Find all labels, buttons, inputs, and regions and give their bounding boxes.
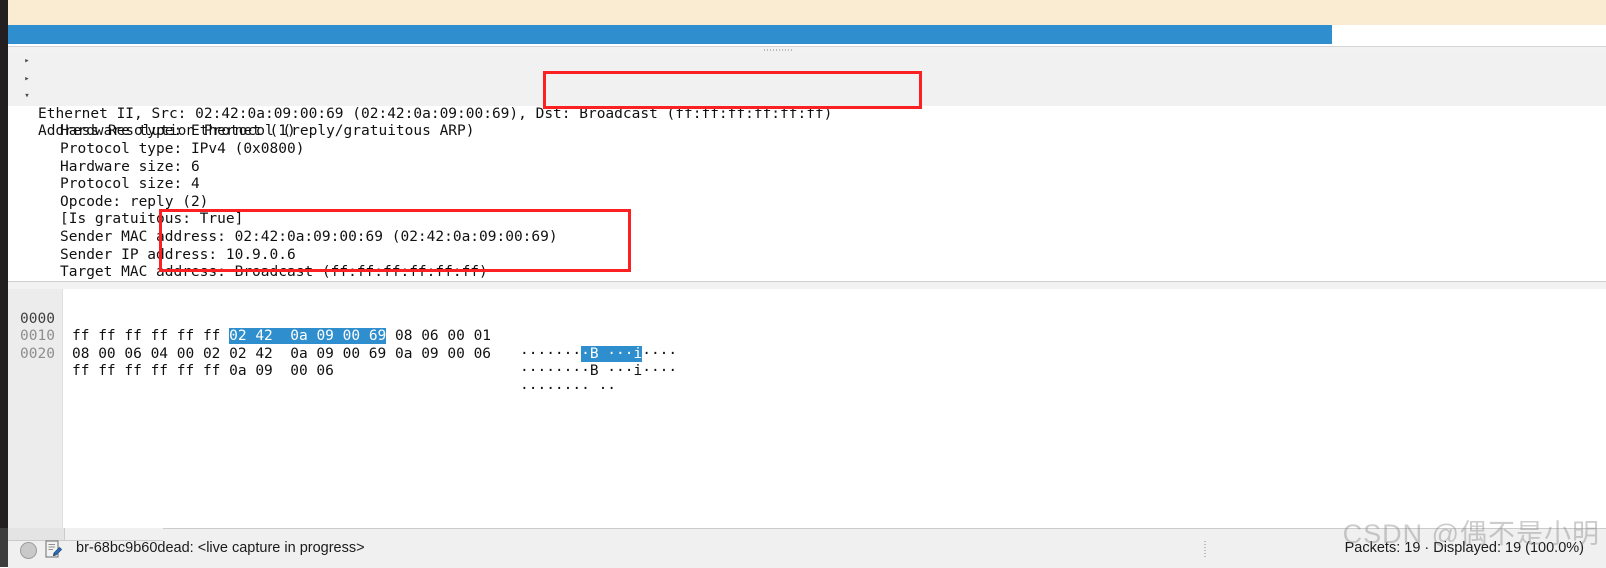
packet-row-19-selected[interactable]: 19 2022-07-10 00:14:21.… 02:42:0a:09:00:… bbox=[8, 25, 1332, 44]
expert-info-document-pencil-icon[interactable] bbox=[45, 540, 62, 559]
hex-ascii-post: ···· bbox=[642, 345, 678, 362]
detail-row-is-gratuitous[interactable]: [Is gratuitous: True] bbox=[8, 194, 1606, 227]
packet-row-18[interactable]: 18 2022-07-10 00:13:54.… 02:42:0a:09:00:… bbox=[8, 4, 1332, 43]
packet-list-pane[interactable]: 17 2022-07-10 00:11:24.… 02:42:0a:09:00:… bbox=[8, 0, 1606, 44]
hex-bytes: 08 00 06 04 00 02 02 42 0a 09 00 69 0a 0… bbox=[72, 345, 492, 362]
chevron-down-icon[interactable]: ▾ bbox=[20, 88, 34, 106]
hex-ascii-post: ·B ···i···· bbox=[581, 363, 678, 380]
packet-bytes-pane[interactable]: 0000 ff ff ff ff ff ff 02 42 0a 09 00 69… bbox=[8, 289, 1606, 528]
detail-row-protocol-size[interactable]: Protocol size: 4 bbox=[8, 159, 1606, 192]
hex-offset: 0020 bbox=[20, 345, 55, 362]
hex-row[interactable]: 0000 ff ff ff ff ff ff 02 42 0a 09 00 69… bbox=[8, 293, 1606, 362]
detail-row-opcode[interactable]: Opcode: reply (2) bbox=[8, 176, 1606, 210]
detail-row-frame[interactable]: ▸ Frame 19: 42 bytes on wire (336 bits),… bbox=[8, 53, 1606, 104]
window-left-edge bbox=[0, 0, 8, 528]
hex-bytes: ff ff ff ff ff ff 0a 09 00 06 bbox=[72, 363, 334, 380]
chevron-right-icon[interactable]: ▸ bbox=[20, 71, 34, 89]
detail-row-hardware-size[interactable]: Hardware size: 6 bbox=[8, 141, 1606, 175]
hex-ascii-pre: ······· bbox=[520, 363, 582, 380]
capture-interface-status: br-68bc9b60dead: <live capture in progre… bbox=[76, 540, 365, 556]
hex-row[interactable]: 0010 08 00 06 04 00 02 02 42 0a 09 00 69… bbox=[8, 311, 1606, 379]
capture-status-icon[interactable] bbox=[20, 542, 37, 559]
wireshark-window: 17 2022-07-10 00:11:24.… 02:42:0a:09:00:… bbox=[0, 0, 1606, 568]
packet-list-rowfill bbox=[1332, 25, 1606, 44]
hex-ascii-highlighted: ·B ···i bbox=[581, 345, 643, 362]
detail-row-sender-mac[interactable]: Sender MAC address: 02:42:0a:09:00:69 (0… bbox=[8, 211, 1606, 245]
detail-row-arp[interactable]: ▾ Address Resolution Protocol (reply/gra… bbox=[8, 88, 1606, 139]
detail-row-target-mac[interactable]: Target MAC address: Broadcast (ff:ff:ff:… bbox=[8, 247, 1606, 280]
packet-detail-pane[interactable]: ▸ Frame 19: 42 bytes on wire (336 bits),… bbox=[8, 53, 1606, 281]
hex-ascii: ········B ···i···· bbox=[520, 363, 677, 381]
detail-row-protocol-type[interactable]: Protocol type: IPv4 (0x0800) bbox=[8, 123, 1606, 157]
hex-ascii: ········ ·· bbox=[520, 380, 617, 397]
splitter-grip-icon bbox=[764, 49, 792, 51]
detail-row-ethernet[interactable]: ▸ Ethernet II, Src: 02:42:0a:09:00:69 (0… bbox=[8, 70, 1606, 122]
packet-list-rowfill bbox=[1332, 4, 1606, 25]
detail-row-target-ip[interactable]: Target IP address: 10.9.0.6 bbox=[8, 264, 1606, 281]
hex-ascii-pre: ······· bbox=[520, 345, 582, 362]
hex-row[interactable]: 0020 ff ff ff ff ff ff 0a 09 00 06 ·····… bbox=[8, 328, 1606, 397]
window-left-edge-lower bbox=[0, 528, 8, 567]
chevron-right-icon[interactable]: ▸ bbox=[20, 53, 34, 71]
status-bar-separator-icon bbox=[1204, 541, 1206, 558]
detail-row-hardware-type[interactable]: Hardware type: Ethernet (1) bbox=[8, 106, 1606, 139]
detail-row-sender-ip[interactable]: Sender IP address: 10.9.0.6 bbox=[8, 229, 1606, 263]
csdn-watermark: CSDN @偶不是小明 bbox=[1342, 519, 1600, 549]
hex-ascii: ········B ···i···· bbox=[520, 345, 678, 364]
